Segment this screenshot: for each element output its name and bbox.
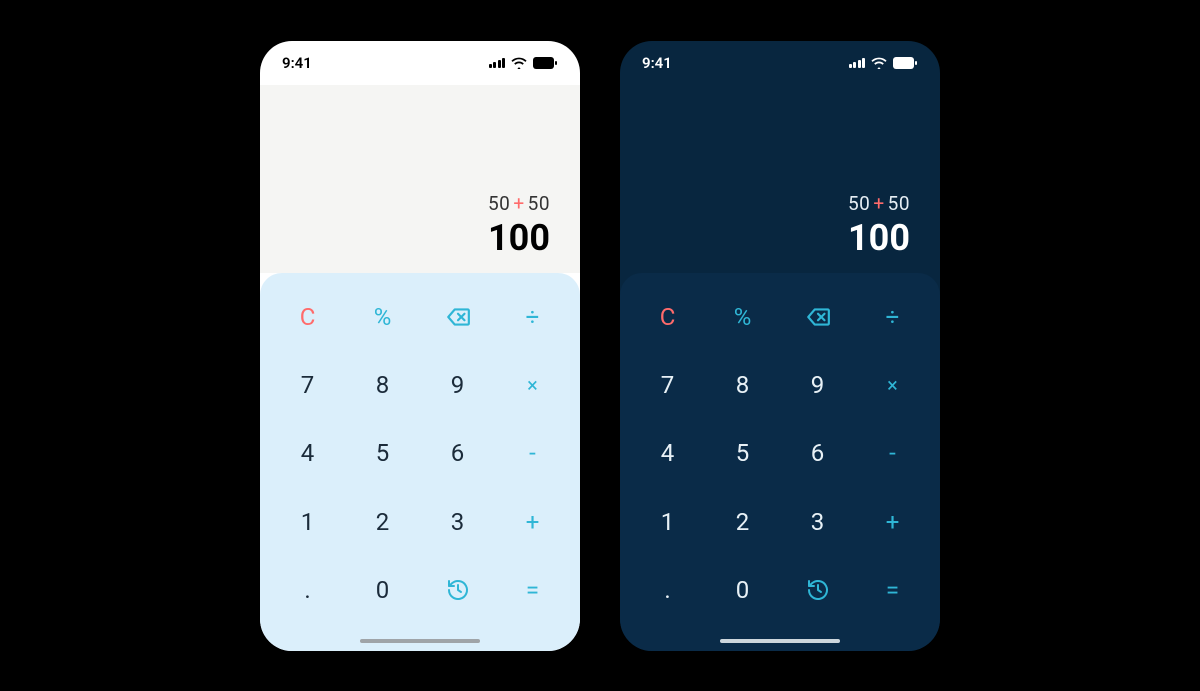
display-area: 50+50 100 [620,85,940,273]
operator: + [510,192,527,215]
multiply-button[interactable]: × [855,351,930,419]
digit-8-button[interactable]: 8 [345,351,420,419]
minus-button[interactable]: - [495,419,570,487]
dot-button[interactable]: . [630,556,705,624]
digit-0-button[interactable]: 0 [345,556,420,624]
display-area: 50+50 100 [260,85,580,273]
equals-button[interactable]: = [495,556,570,624]
digit-4-button[interactable]: 4 [270,419,345,487]
history-button[interactable] [420,556,495,624]
cellular-icon [849,57,866,68]
divide-button[interactable]: ÷ [495,283,570,351]
digit-1-button[interactable]: 1 [630,488,705,556]
expression: 50+50 [848,192,910,215]
digit-9-button[interactable]: 9 [780,351,855,419]
keypad: C % ÷ 7 8 9 × 4 5 6 - 1 2 3 + . 0 = [620,273,940,651]
backspace-button[interactable] [780,283,855,351]
digit-1-button[interactable]: 1 [270,488,345,556]
digit-5-button[interactable]: 5 [345,419,420,487]
digit-7-button[interactable]: 7 [630,351,705,419]
digit-5-button[interactable]: 5 [705,419,780,487]
divide-button[interactable]: ÷ [855,283,930,351]
operand-b: 50 [528,192,550,215]
dot-button[interactable]: . [270,556,345,624]
wifi-icon [511,57,527,69]
minus-button[interactable]: - [855,419,930,487]
keypad: C % ÷ 7 8 9 × 4 5 6 - 1 2 3 + . 0 = [260,273,580,651]
digit-2-button[interactable]: 2 [345,488,420,556]
calculator-light: 9:41 50+50 100 C % ÷ 7 8 9 × 4 5 6 - [260,41,580,651]
status-indicators [849,57,919,69]
backspace-icon [805,304,831,330]
status-bar: 9:41 [260,41,580,85]
percent-button[interactable]: % [345,283,420,351]
home-indicator[interactable] [360,639,480,643]
home-indicator[interactable] [720,639,840,643]
result: 100 [848,217,910,259]
backspace-icon [445,304,471,330]
digit-9-button[interactable]: 9 [420,351,495,419]
history-icon [806,578,830,602]
digit-0-button[interactable]: 0 [705,556,780,624]
battery-icon [533,57,558,69]
multiply-button[interactable]: × [495,351,570,419]
operand-b: 50 [888,192,910,215]
status-bar: 9:41 [620,41,940,85]
digit-6-button[interactable]: 6 [780,419,855,487]
digit-4-button[interactable]: 4 [630,419,705,487]
result: 100 [488,217,550,259]
history-icon [446,578,470,602]
digit-7-button[interactable]: 7 [270,351,345,419]
clear-button[interactable]: C [270,283,345,351]
digit-8-button[interactable]: 8 [705,351,780,419]
equals-button[interactable]: = [855,556,930,624]
wifi-icon [871,57,887,69]
digit-3-button[interactable]: 3 [780,488,855,556]
digit-3-button[interactable]: 3 [420,488,495,556]
operand-a: 50 [488,192,510,215]
operator: + [870,192,887,215]
status-time: 9:41 [282,54,312,72]
expression: 50+50 [488,192,550,215]
cellular-icon [489,57,506,68]
status-time: 9:41 [642,54,672,72]
digit-2-button[interactable]: 2 [705,488,780,556]
digit-6-button[interactable]: 6 [420,419,495,487]
backspace-button[interactable] [420,283,495,351]
status-indicators [489,57,559,69]
plus-button[interactable]: + [495,488,570,556]
history-button[interactable] [780,556,855,624]
plus-button[interactable]: + [855,488,930,556]
calculator-dark: 9:41 50+50 100 C % ÷ 7 8 9 × 4 5 6 - [620,41,940,651]
operand-a: 50 [848,192,870,215]
percent-button[interactable]: % [705,283,780,351]
clear-button[interactable]: C [630,283,705,351]
battery-icon [893,57,918,69]
